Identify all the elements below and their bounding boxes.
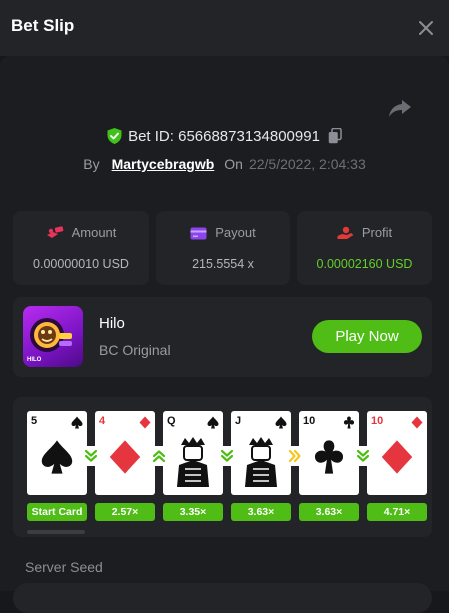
card-multiplier-badge: 3.35×	[163, 503, 223, 521]
bet-id: Bet ID: 65668873134800991	[128, 128, 320, 145]
card-multiplier-badge: 3.63×	[299, 503, 359, 521]
club-suit-icon	[343, 416, 355, 429]
by-label: By	[83, 156, 100, 172]
face-card-figure-icon	[177, 437, 209, 487]
close-icon[interactable]	[416, 18, 436, 38]
double-chevron-down-icon	[217, 446, 237, 466]
verified-shield-icon	[107, 128, 122, 144]
payout-stat: Payout 215.5554 x	[156, 211, 290, 285]
profit-label: Profit	[361, 225, 393, 240]
game-provider: BC Original	[99, 342, 171, 358]
play-now-button[interactable]: Play Now	[312, 320, 422, 353]
server-seed-field[interactable]	[13, 583, 432, 613]
card-rank: 10	[371, 415, 384, 427]
diamond-suit-large-icon	[109, 440, 141, 474]
hand-coin-icon	[337, 226, 354, 239]
card-rank: Q	[167, 415, 176, 427]
game-name: Hilo	[99, 315, 125, 332]
card-multiplier-badge: Start Card	[27, 503, 87, 521]
amount-stat: Amount 0.00000010 USD	[13, 211, 149, 285]
bet-slip-header: Bet Slip	[0, 0, 449, 56]
coin-stack-icon	[46, 226, 63, 238]
hilo-game-thumbnail[interactable]: HILO	[23, 306, 83, 367]
spade-suit-large-icon	[41, 440, 73, 474]
card-multiplier-badge: 4.71×	[367, 503, 427, 521]
playing-card-2: 4	[95, 411, 155, 495]
diamond-suit-large-icon	[381, 440, 413, 474]
payout-value: 215.5554 x	[192, 257, 254, 271]
amount-label: Amount	[71, 225, 117, 240]
card-multiplier-badge: 2.57×	[95, 503, 155, 521]
server-seed-label: Server Seed	[25, 559, 103, 575]
club-suit-large-icon	[314, 440, 344, 474]
username-link[interactable]: Martycebragwb	[112, 156, 215, 172]
spade-suit-icon	[207, 416, 219, 429]
playing-card-3: Q	[163, 411, 223, 495]
diamond-suit-icon	[139, 416, 151, 429]
payout-label: Payout	[215, 225, 256, 240]
double-chevron-down-icon	[353, 446, 373, 466]
double-chevron-right-icon	[285, 446, 305, 466]
thumb-caption: HILO	[27, 357, 42, 363]
card-rank: J	[235, 415, 242, 427]
hilo-cards-panel[interactable]: 5 Start Card 4 2.57× Q 3.35× J 3.63× 10 3.63× 10 4.…	[13, 397, 432, 537]
double-chevron-up-icon	[149, 446, 169, 466]
profit-value: 0.00002160 USD	[316, 257, 413, 271]
playing-card-4: J	[231, 411, 291, 495]
amount-value: 0.00000010 USD	[33, 257, 129, 271]
card-rank: 10	[303, 415, 316, 427]
spade-suit-icon	[71, 416, 83, 429]
double-chevron-down-icon	[81, 446, 101, 466]
profit-stat: Profit 0.00002160 USD	[297, 211, 432, 285]
diamond-suit-icon	[411, 416, 423, 429]
copy-icon[interactable]	[328, 128, 342, 144]
playing-card-6: 10	[367, 411, 427, 495]
bet-byline: By Martycebragwb On 22/5/2022, 2:04:33	[0, 156, 449, 172]
page-title: Bet Slip	[11, 16, 75, 35]
bet-date: 22/5/2022, 2:04:33	[248, 156, 366, 172]
bet-id-row: Bet ID: 65668873134800991	[0, 128, 449, 148]
card-multiplier-badge: 3.63×	[231, 503, 291, 521]
face-card-figure-icon	[245, 437, 277, 487]
game-card: HILO Hilo BC Original Play Now	[13, 297, 432, 377]
cards-scrollbar[interactable]	[27, 530, 85, 534]
on-label: On	[224, 156, 243, 172]
playing-card-5: 10	[299, 411, 359, 495]
card-rank: 4	[99, 415, 106, 427]
playing-card-1: 5	[27, 411, 87, 495]
spade-suit-icon	[275, 416, 287, 429]
share-icon[interactable]	[388, 98, 412, 118]
card-payout-icon	[190, 227, 207, 240]
card-rank: 5	[31, 415, 38, 427]
